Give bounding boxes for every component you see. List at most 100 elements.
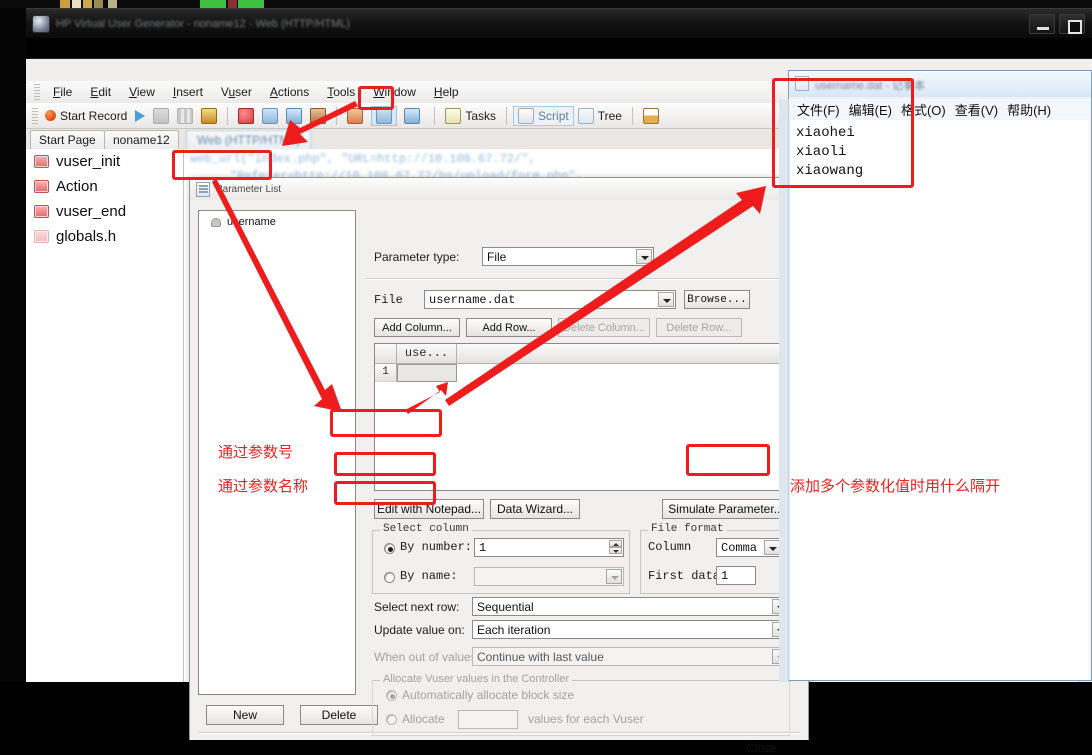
snapshot-button[interactable]: [306, 106, 330, 126]
runtime-settings-button[interactable]: [343, 106, 367, 126]
action-icon: [34, 205, 49, 218]
by-number-spinner[interactable]: [609, 540, 622, 555]
file-value: username.dat: [429, 293, 516, 307]
menu-item-file[interactable]: File: [45, 83, 80, 101]
pause-button[interactable]: [149, 106, 173, 126]
toolbar-grip[interactable]: [32, 107, 38, 124]
column-format-value: Comma: [721, 541, 758, 555]
tab-start-page[interactable]: Start Page: [30, 130, 105, 149]
when-out-of-values-combo[interactable]: Continue with last value: [472, 647, 790, 666]
compare-button[interactable]: [173, 106, 197, 126]
menu-item-vuser[interactable]: Vuser: [213, 83, 260, 101]
tree-item-globals-h[interactable]: globals.h: [26, 224, 183, 249]
update-value-on-combo[interactable]: Each iteration: [472, 620, 790, 639]
desktop-background: HP Virtual User Generator - noname12 - W…: [0, 0, 1092, 755]
notepad-line: xiaowang: [796, 163, 864, 179]
parameter-data-grid[interactable]: use... 1: [374, 343, 792, 491]
window-maximize-button[interactable]: [1059, 14, 1085, 34]
toolbar-separator: [631, 106, 633, 125]
by-number-label: By number:: [400, 540, 473, 554]
tab-web-http-html[interactable]: Web (HTTP/HTML): [186, 130, 312, 149]
app-icon: [32, 15, 50, 33]
notepad-line: xiaoli: [796, 144, 847, 160]
create-parameter-button[interactable]: [400, 106, 424, 126]
tree-item-vuser-init[interactable]: vuser_init: [26, 149, 183, 174]
notepad-menu-help[interactable]: 帮助(H): [1007, 100, 1051, 119]
chevron-down-icon[interactable]: [658, 292, 674, 307]
parameter-type-combo[interactable]: File: [482, 247, 654, 266]
by-number-input[interactable]: 1: [474, 538, 624, 557]
delete-row-button[interactable]: Delete Row...: [656, 318, 742, 337]
browse-button[interactable]: Browse...: [684, 290, 750, 309]
menu-item-edit[interactable]: Edit: [82, 83, 119, 101]
toolbar-separator: [434, 106, 436, 125]
start-record-button[interactable]: Start Record: [41, 106, 131, 126]
edit-with-notepad-button[interactable]: Edit with Notepad...: [374, 499, 484, 519]
tree-item-vuser-end[interactable]: vuser_end: [26, 199, 183, 224]
chevron-down-icon[interactable]: [606, 569, 622, 584]
notepad-text-area[interactable]: xiaohei xiaoli xiaowang: [791, 120, 1089, 680]
manual-allocate-label: Allocate: [402, 712, 445, 726]
select-next-row-value: Sequential: [477, 600, 534, 614]
menu-item-actions[interactable]: Actions: [262, 83, 317, 101]
add-column-button[interactable]: Add Column...: [374, 318, 460, 337]
tasks-button[interactable]: Tasks: [441, 106, 500, 126]
notepad-menu-file[interactable]: 文件(F): [797, 100, 840, 119]
close-button[interactable]: Close: [746, 741, 777, 755]
grid-row-number[interactable]: 1: [375, 364, 397, 382]
by-name-radio[interactable]: [384, 572, 395, 583]
by-number-radio[interactable]: [384, 543, 395, 554]
menu-item-window[interactable]: Window: [365, 83, 424, 101]
dialog-title-text: Parameter List: [216, 183, 282, 195]
chevron-down-icon[interactable]: [636, 249, 652, 264]
window-minimize-button[interactable]: [1029, 14, 1055, 34]
tab-noname12[interactable]: noname12: [104, 130, 179, 149]
notepad-menu-edit[interactable]: 编辑(E): [849, 100, 892, 119]
add-row-button[interactable]: Add Row...: [466, 318, 552, 337]
record-options-button[interactable]: [234, 106, 258, 126]
insert-step-button[interactable]: [258, 106, 282, 126]
menu-grip[interactable]: [34, 84, 40, 100]
auto-allocate-radio[interactable]: [386, 690, 397, 701]
dialog-body: username New Delete Parameter type: File: [190, 200, 808, 755]
script-view-button[interactable]: Script: [513, 105, 574, 126]
menu-item-view[interactable]: View: [121, 83, 163, 101]
column-format-combo[interactable]: Comma: [716, 538, 782, 557]
notepad-menu-view[interactable]: 查看(V): [955, 100, 998, 119]
snapshot-icon: [310, 107, 327, 124]
run-icon: [135, 109, 146, 122]
by-name-combo[interactable]: [474, 567, 624, 586]
grid-cell[interactable]: [397, 364, 457, 382]
output-panel-icon: [642, 107, 659, 124]
simulate-parameter-button[interactable]: Simulate Parameter...: [662, 499, 790, 519]
first-data-input[interactable]: 1: [716, 566, 756, 585]
chevron-down-icon[interactable]: [764, 540, 780, 555]
tree-view-button[interactable]: Tree: [574, 106, 626, 126]
parameter-list-item-username[interactable]: username: [199, 211, 355, 228]
menu-item-tools[interactable]: Tools: [319, 83, 363, 101]
manual-allocate-input[interactable]: [458, 710, 518, 729]
manual-allocate-radio[interactable]: [386, 714, 397, 725]
run-button[interactable]: [131, 106, 149, 126]
output-panel-button[interactable]: [639, 106, 663, 126]
parameter-list-button[interactable]: [371, 105, 398, 126]
data-wizard-button[interactable]: Data Wizard...: [490, 499, 580, 519]
notepad-left-edge: [779, 99, 789, 682]
notepad-window: username.dat - 记事本 文件(F) 编辑(E) 格式(O) 查看(…: [779, 70, 1092, 682]
notepad-menu-format[interactable]: 格式(O): [901, 100, 946, 119]
allocate-group-title: Allocate Vuser values in the Controller: [380, 673, 573, 685]
download-button[interactable]: [197, 106, 221, 126]
by-name-label: By name:: [400, 569, 458, 583]
file-combo[interactable]: username.dat: [424, 290, 676, 309]
tree-item-action[interactable]: Action: [26, 174, 183, 199]
menu-item-help[interactable]: Help: [426, 83, 467, 101]
delete-column-button[interactable]: Delete Column...: [558, 318, 650, 337]
new-parameter-button[interactable]: New: [206, 705, 284, 725]
grid-column-header[interactable]: use...: [397, 344, 457, 364]
insert-transaction-icon: [286, 107, 303, 124]
toolbar-separator: [336, 106, 338, 125]
notepad-menu-bar: 文件(F) 编辑(E) 格式(O) 查看(V) 帮助(H): [791, 99, 1089, 119]
insert-transaction-button[interactable]: [282, 106, 306, 126]
menu-item-insert[interactable]: Insert: [165, 83, 211, 101]
select-next-row-combo[interactable]: Sequential: [472, 597, 790, 616]
